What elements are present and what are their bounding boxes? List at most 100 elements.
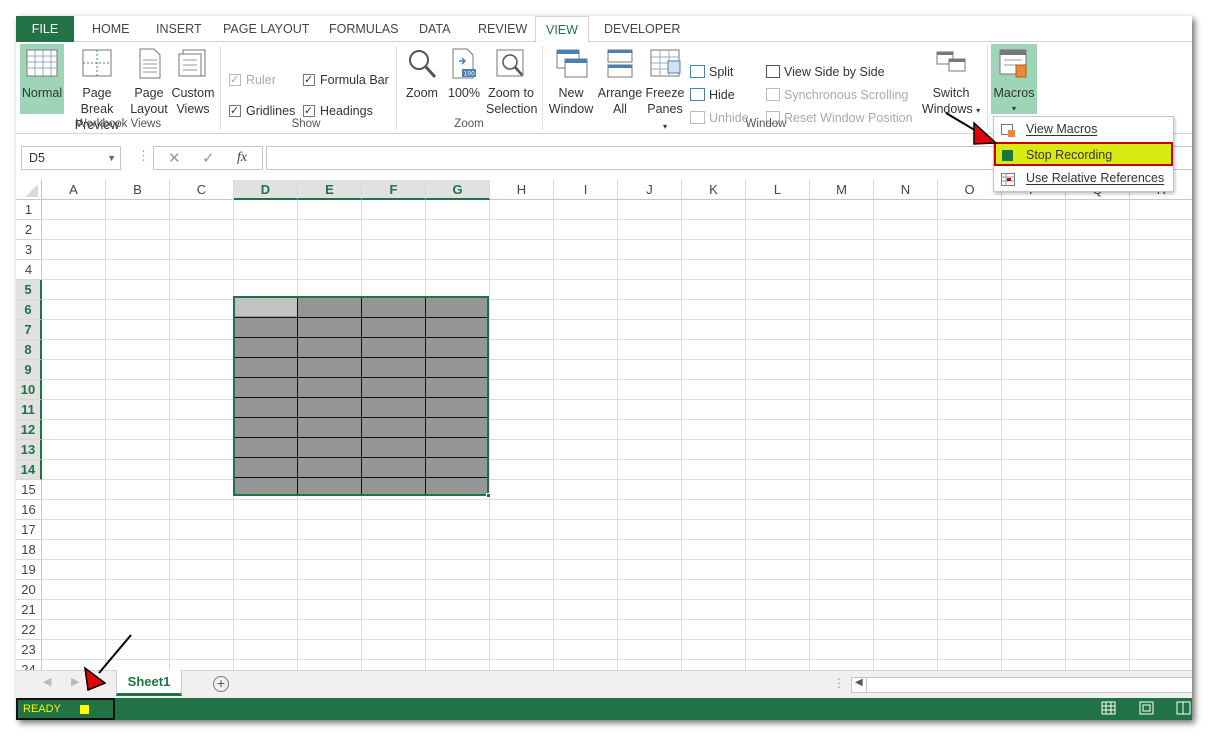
column-header-h[interactable]: H bbox=[490, 180, 554, 200]
column-header-c[interactable]: C bbox=[170, 180, 234, 200]
column-header-f[interactable]: F bbox=[362, 180, 426, 200]
page-break-icon[interactable] bbox=[1176, 700, 1192, 719]
tab-page-layout[interactable]: PAGE LAYOUT bbox=[213, 16, 319, 42]
tab-file[interactable]: FILE bbox=[16, 16, 74, 42]
row-header-22[interactable]: 22 bbox=[16, 620, 42, 640]
column-header-i[interactable]: I bbox=[554, 180, 618, 200]
menu-item-stop-recording[interactable]: Stop Recording bbox=[994, 142, 1173, 166]
column-header-n[interactable]: N bbox=[874, 180, 938, 200]
stop-recording-icon[interactable] bbox=[80, 705, 89, 714]
enter-icon[interactable]: ✓ bbox=[202, 149, 215, 167]
column-header-b[interactable]: B bbox=[106, 180, 170, 200]
macros-button[interactable]: Macros ▾ bbox=[991, 44, 1037, 114]
row-header-21[interactable]: 21 bbox=[16, 600, 42, 620]
scroll-left-icon[interactable]: ◀ bbox=[43, 675, 51, 688]
gridline bbox=[42, 339, 1192, 340]
status-bar: READY bbox=[16, 698, 1192, 720]
group-label-zoom: Zoom bbox=[454, 118, 484, 130]
split-button[interactable]: Split bbox=[690, 64, 733, 82]
page-layout-icon[interactable] bbox=[1139, 700, 1155, 719]
view-side-by-side-button[interactable]: View Side by Side bbox=[766, 64, 885, 82]
tab-view[interactable]: VIEW bbox=[535, 16, 589, 43]
cancel-icon[interactable]: ✕ bbox=[168, 149, 181, 167]
row-header-12[interactable]: 12 bbox=[16, 420, 42, 440]
tab-formulas[interactable]: FORMULAS bbox=[319, 16, 408, 42]
column-header-a[interactable]: A bbox=[42, 180, 106, 200]
column-header-j[interactable]: J bbox=[618, 180, 682, 200]
column-header-d[interactable]: D bbox=[234, 180, 298, 200]
page-layout-icon bbox=[132, 47, 166, 81]
row-header-10[interactable]: 10 bbox=[16, 380, 42, 400]
row-header-18[interactable]: 18 bbox=[16, 540, 42, 560]
column-header-m[interactable]: M bbox=[810, 180, 874, 200]
zoom-100-button[interactable]: 100 100% bbox=[446, 44, 482, 101]
gridline bbox=[42, 519, 1192, 520]
row-header-16[interactable]: 16 bbox=[16, 500, 42, 520]
custom-views-button[interactable]: Custom Views bbox=[171, 44, 215, 117]
row-header-23[interactable]: 23 bbox=[16, 640, 42, 660]
spreadsheet-grid[interactable]: ABCDEFGHIJKLMNOPQR 123456789101112131415… bbox=[16, 180, 1192, 670]
tab-insert[interactable]: INSERT bbox=[146, 16, 212, 42]
gridline bbox=[42, 659, 1192, 660]
formula-bar-checkbox[interactable]: ✓ Formula Bar bbox=[303, 72, 389, 90]
new-window-button[interactable]: New Window bbox=[547, 44, 595, 117]
zoom-100-icon: 100 bbox=[447, 47, 481, 81]
page-layout-view-button[interactable]: Page Layout bbox=[129, 44, 169, 117]
menu-item-view-macros[interactable]: View Macros bbox=[994, 118, 1173, 142]
normal-view-button[interactable]: Normal bbox=[20, 44, 64, 114]
gridline bbox=[42, 299, 1192, 300]
row-header-11[interactable]: 11 bbox=[16, 400, 42, 420]
hide-button[interactable]: Hide bbox=[690, 87, 735, 105]
column-header-e[interactable]: E bbox=[298, 180, 362, 200]
chevron-down-icon: ▼ bbox=[107, 153, 116, 163]
row-header-2[interactable]: 2 bbox=[16, 220, 42, 240]
column-header-g[interactable]: G bbox=[426, 180, 490, 200]
select-all-corner[interactable] bbox=[16, 180, 42, 200]
row-header-15[interactable]: 15 bbox=[16, 480, 42, 500]
column-header-k[interactable]: K bbox=[682, 180, 746, 200]
column-header-l[interactable]: L bbox=[746, 180, 810, 200]
row-header-14[interactable]: 14 bbox=[16, 460, 42, 480]
page-break-icon bbox=[80, 47, 114, 81]
row-header-8[interactable]: 8 bbox=[16, 340, 42, 360]
zoom-to-selection-button[interactable]: Zoom to Selection bbox=[486, 44, 537, 117]
row-header-7[interactable]: 7 bbox=[16, 320, 42, 340]
sheet-tab-sheet1[interactable]: Sheet1 bbox=[116, 670, 182, 696]
cell-border bbox=[425, 298, 426, 494]
name-box[interactable]: D5 ▼ bbox=[21, 146, 121, 170]
active-cell[interactable] bbox=[235, 298, 297, 316]
scroll-right-icon[interactable]: ▶ bbox=[71, 675, 79, 688]
row-header-24[interactable]: 24 bbox=[16, 660, 42, 670]
tab-developer[interactable]: DEVELOPER bbox=[594, 16, 690, 42]
row-header-1[interactable]: 1 bbox=[16, 200, 42, 220]
synchronous-scrolling-button[interactable]: Synchronous Scrolling bbox=[766, 87, 908, 105]
row-header-3[interactable]: 3 bbox=[16, 240, 42, 260]
row-header-9[interactable]: 9 bbox=[16, 360, 42, 380]
row-header-19[interactable]: 19 bbox=[16, 560, 42, 580]
cell-border bbox=[235, 457, 487, 458]
zoom-button[interactable]: Zoom bbox=[402, 44, 442, 101]
add-sheet-button[interactable]: + bbox=[213, 676, 229, 692]
scroll-left-icon[interactable]: ◀ bbox=[855, 677, 863, 688]
tab-home[interactable]: HOME bbox=[82, 16, 140, 42]
tab-review[interactable]: REVIEW bbox=[468, 16, 537, 42]
horizontal-scrollbar[interactable]: ◀ bbox=[851, 677, 1192, 693]
zoom-100-label: 100% bbox=[448, 86, 480, 100]
freeze-panes-button[interactable]: Freeze Panes ▾ bbox=[644, 44, 686, 135]
arrange-all-button[interactable]: Arrange All bbox=[597, 44, 643, 117]
row-header-5[interactable]: 5 bbox=[16, 280, 42, 300]
menu-item-use-relative-references[interactable]: Use Relative References bbox=[994, 167, 1173, 191]
fill-handle[interactable] bbox=[486, 493, 491, 498]
row-header-6[interactable]: 6 bbox=[16, 300, 42, 320]
row-header-17[interactable]: 17 bbox=[16, 520, 42, 540]
gridline bbox=[42, 239, 1192, 240]
insert-function-icon[interactable]: fx bbox=[237, 150, 247, 166]
tab-data[interactable]: DATA bbox=[409, 16, 460, 42]
switch-windows-button[interactable]: Switch Windows ▾ bbox=[921, 44, 981, 119]
row-header-13[interactable]: 13 bbox=[16, 440, 42, 460]
ruler-checkbox[interactable]: ✓ Ruler bbox=[229, 72, 276, 90]
row-header-4[interactable]: 4 bbox=[16, 260, 42, 280]
gridline bbox=[42, 379, 1192, 380]
row-header-20[interactable]: 20 bbox=[16, 580, 42, 600]
normal-view-icon[interactable] bbox=[1101, 700, 1117, 719]
